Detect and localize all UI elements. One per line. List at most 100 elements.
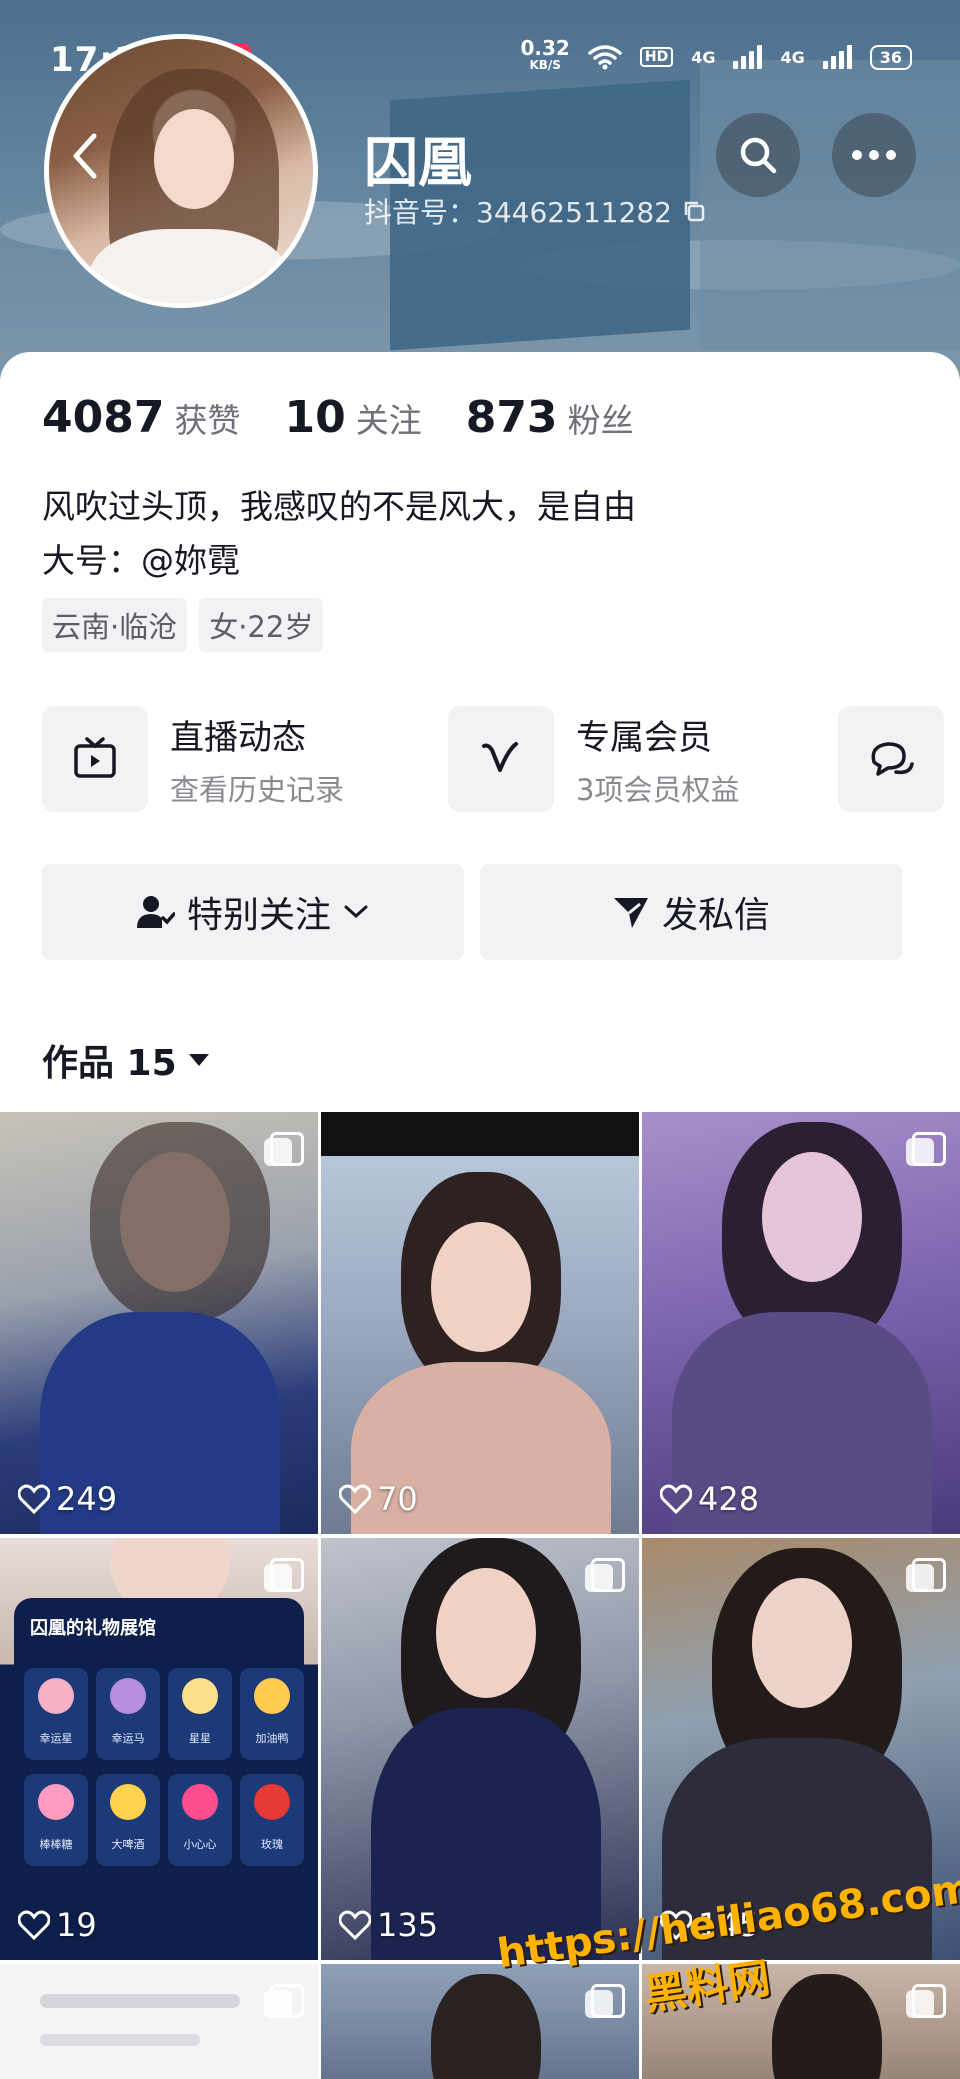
send-message-button[interactable]: 发私信	[480, 864, 902, 960]
thumb-hair	[90, 1122, 270, 1322]
multi-image-icon	[906, 1984, 946, 2018]
stat-followers-count: 873	[465, 392, 558, 443]
profile-bio: 风吹过头顶，我感叹的不是风大，是自由 大号：@妳霓	[42, 480, 636, 588]
thumb-line	[40, 1994, 240, 2008]
multi-image-icon	[264, 1132, 304, 1166]
multi-image-icon	[906, 1132, 946, 1166]
heart-icon	[18, 1910, 50, 1940]
like-count-value: 135	[377, 1906, 439, 1944]
chat-icon-box	[838, 706, 944, 812]
feature-title: 专属会员	[576, 717, 712, 758]
stat-following-count: 10	[284, 392, 346, 443]
search-button[interactable]	[716, 113, 800, 197]
chat-icon	[871, 742, 914, 776]
stat-likes-count: 4087	[42, 392, 165, 443]
thumb-face	[436, 1568, 536, 1698]
stat-following[interactable]: 10 关注	[284, 392, 421, 443]
work-tile[interactable]: 249	[0, 1112, 318, 1534]
like-count: 19	[18, 1906, 97, 1944]
gift-item-label: 大啤酒	[111, 1838, 145, 1851]
gift-item-label: 玫瑰	[261, 1838, 283, 1851]
gift-item-label: 小心心	[183, 1838, 217, 1851]
back-button[interactable]	[60, 128, 110, 184]
hd-badge: HD	[639, 47, 674, 67]
like-count-value: 428	[698, 1480, 760, 1518]
signal-icon	[733, 45, 763, 69]
stat-likes[interactable]: 4087 获赞	[42, 392, 240, 443]
special-follow-button[interactable]: 特别关注	[42, 864, 464, 960]
thumb-face	[752, 1578, 852, 1708]
tv-icon	[74, 737, 116, 778]
network-speed-unit: KB/S	[529, 58, 561, 72]
works-tab[interactable]: 作品 15	[42, 1034, 211, 1086]
more-button[interactable]	[832, 113, 916, 197]
gift-item-label: 加油鸭	[255, 1732, 289, 1745]
search-icon	[740, 137, 777, 174]
multi-image-icon	[906, 1558, 946, 1592]
gift-item: 幸运星	[24, 1668, 88, 1760]
works-label: 作品 15	[42, 1043, 177, 1084]
send-icon	[613, 898, 648, 928]
bio-line[interactable]: 大号：@妳霓	[42, 534, 636, 588]
chevron-down-icon	[344, 905, 368, 919]
feature-subtitle: 查看历史记录	[170, 772, 345, 807]
live-history-entry[interactable]: 直播动态 查看历史记录	[42, 706, 344, 812]
gift-item: 小心心	[168, 1774, 232, 1866]
gift-item-label: 幸运马	[111, 1732, 145, 1745]
gift-item: 星星	[168, 1668, 232, 1760]
heart-icon	[660, 1484, 692, 1514]
like-count: 135	[339, 1906, 438, 1944]
douyin-id-text: 抖音号：34462511282	[364, 196, 672, 229]
douyin-id[interactable]: 抖音号：34462511282	[364, 191, 706, 231]
thumb-line	[40, 2034, 200, 2046]
stat-following-label: 关注	[355, 401, 422, 440]
gift-item-label: 棒棒糖	[39, 1838, 73, 1851]
thumb-face	[762, 1152, 862, 1282]
like-count-value: 249	[56, 1480, 118, 1518]
chevron-left-icon	[73, 133, 97, 179]
like-count-value: 19	[56, 1906, 97, 1944]
work-tile[interactable]	[0, 1964, 318, 2079]
signal-icon	[822, 45, 852, 69]
profile-name: 囚凰	[364, 131, 472, 194]
like-count: 70	[339, 1480, 418, 1518]
battery-indicator: 36	[869, 44, 912, 70]
network-speed: 0.32 KB/S	[520, 36, 570, 74]
feature-title: 直播动态	[170, 717, 306, 758]
gift-gallery-title: 囚凰的礼物展馆	[30, 1618, 156, 1639]
gift-item-label: 星星	[189, 1732, 211, 1745]
v-icon	[482, 742, 518, 772]
profile-stats: 4087 获赞 10 关注 873 粉丝	[42, 392, 634, 443]
multi-image-icon	[585, 1558, 625, 1592]
network-speed-value: 0.32	[520, 36, 570, 60]
v-icon-box	[448, 706, 554, 812]
multi-image-icon	[264, 1558, 304, 1592]
work-tile[interactable]: 428	[642, 1112, 960, 1534]
like-count: 249	[18, 1480, 117, 1518]
work-tile[interactable]: 囚凰的礼物展馆 幸运星 幸运马 星星 加油鸭 棒棒糖 大啤酒 小心心 玫瑰 19	[0, 1538, 318, 1960]
tv-icon-box	[42, 706, 148, 812]
more-icon	[852, 150, 896, 160]
avatar-shirt	[89, 229, 289, 303]
stat-followers-label: 粉丝	[567, 401, 634, 440]
send-message-label: 发私信	[661, 895, 770, 936]
group-chat-entry[interactable]	[838, 706, 944, 812]
work-tile[interactable]: 135	[321, 1538, 639, 1960]
stat-likes-label: 获赞	[174, 401, 241, 440]
gift-item: 大啤酒	[96, 1774, 160, 1866]
gift-item: 棒棒糖	[24, 1774, 88, 1866]
profile-tags: 云南·临沧 女·22岁	[42, 598, 324, 652]
gift-item-label: 幸运星	[39, 1732, 73, 1745]
membership-entry[interactable]: 专属会员 3项会员权益	[448, 706, 739, 812]
heart-icon	[339, 1484, 371, 1514]
tag-location: 云南·临沧	[42, 598, 188, 652]
heart-icon	[339, 1910, 371, 1940]
user-follow-icon	[136, 896, 175, 928]
copy-icon[interactable]	[682, 199, 706, 223]
work-tile[interactable]: 70	[321, 1112, 639, 1534]
like-count-value: 70	[377, 1480, 418, 1518]
thumb-face	[431, 1222, 531, 1352]
bio-line: 风吹过头顶，我感叹的不是风大，是自由	[42, 487, 636, 526]
network-type-1: 4G	[691, 47, 716, 67]
stat-followers[interactable]: 873 粉丝	[466, 392, 634, 443]
